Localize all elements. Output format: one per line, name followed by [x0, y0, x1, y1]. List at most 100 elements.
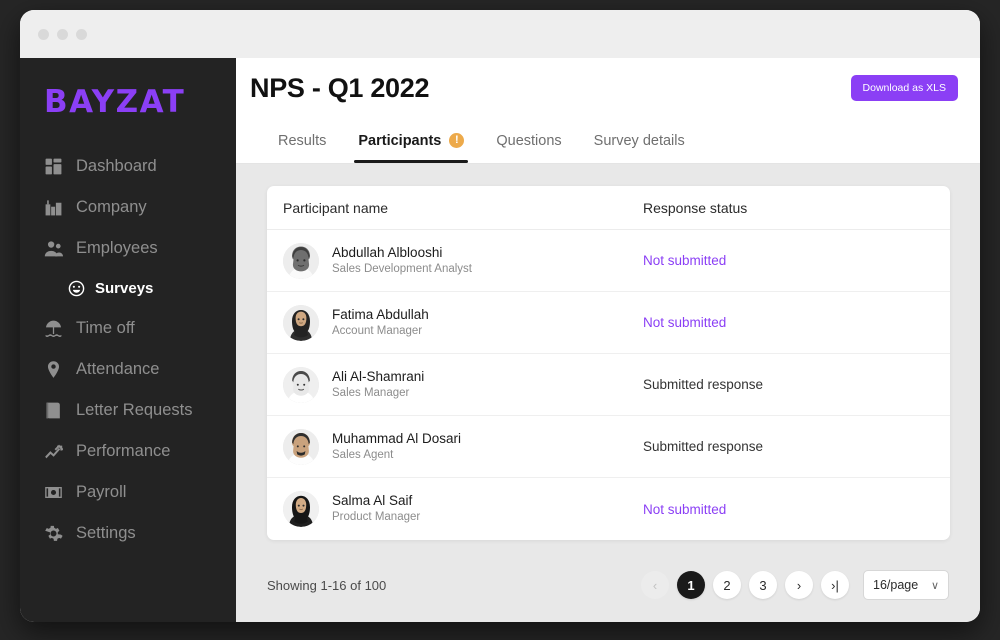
- avatar: [283, 428, 319, 465]
- table-header-row: Participant name Response status: [267, 186, 950, 230]
- pagination-page-2[interactable]: 2: [713, 571, 741, 599]
- sidebar-item-label: Letter Requests: [76, 401, 193, 419]
- sidebar: BAYZAT Dashboard Company Employees Surve…: [20, 58, 236, 622]
- per-page-select[interactable]: 16/page ∨: [863, 570, 949, 600]
- app-window: BAYZAT Dashboard Company Employees Surve…: [20, 10, 980, 622]
- app-body: BAYZAT Dashboard Company Employees Surve…: [20, 58, 980, 622]
- sidebar-item-dashboard[interactable]: Dashboard: [20, 146, 236, 187]
- tab-survey-details[interactable]: Survey details: [578, 118, 701, 163]
- status-badge: Not submitted: [643, 501, 727, 517]
- performance-icon: [44, 442, 63, 461]
- pagination-page-1[interactable]: 1: [677, 571, 705, 599]
- participant-title: Sales Agent: [332, 448, 394, 461]
- participant-cell: Fatima Abdullah Account Manager: [283, 304, 643, 341]
- sidebar-item-surveys[interactable]: Surveys: [20, 269, 236, 308]
- sidebar-item-label: Employees: [76, 239, 158, 257]
- participant-cell: Ali Al-Shamrani Sales Manager: [283, 366, 643, 403]
- letter-requests-icon: [44, 401, 63, 420]
- avatar: [283, 491, 319, 527]
- participant-title: Account Manager: [332, 324, 423, 337]
- main-content: NPS - Q1 2022 Download as XLS Results Pa…: [236, 58, 980, 622]
- participant-name: Abdullah Alblooshi: [332, 244, 443, 260]
- table-row[interactable]: Muhammad Al Dosari Sales Agent Submitted…: [267, 416, 950, 478]
- avatar: [283, 304, 319, 341]
- tab-results[interactable]: Results: [262, 118, 342, 163]
- participant-text: Fatima Abdullah Account Manager: [332, 306, 429, 340]
- attendance-pin-icon: [44, 360, 63, 379]
- participant-name: Muhammad Al Dosari: [332, 430, 462, 446]
- status-badge: Submitted response: [643, 439, 764, 454]
- status-badge: Not submitted: [643, 253, 727, 268]
- status-badge: Not submitted: [643, 315, 727, 330]
- tab-label: Results: [278, 132, 327, 149]
- per-page-value: 16/page: [873, 578, 919, 592]
- employees-icon: [44, 239, 63, 258]
- chevron-down-icon: ∨: [930, 579, 939, 592]
- participant-name: Salma Al Saif: [332, 493, 413, 509]
- sidebar-item-label: Dashboard: [76, 157, 157, 175]
- sidebar-item-label: Company: [76, 198, 147, 216]
- company-icon: [44, 198, 63, 217]
- tab-label: Survey details: [593, 132, 685, 149]
- sidebar-item-attendance[interactable]: Attendance: [20, 349, 236, 390]
- table-row[interactable]: Fatima Abdullah Account Manager Not subm…: [267, 292, 950, 354]
- participant-name: Ali Al-Shamrani: [332, 368, 425, 384]
- table-footer: Showing 1-16 of 100 ‹ 1 2 3 › ›| 16/page…: [236, 548, 980, 622]
- avatar: [283, 366, 319, 403]
- column-header-response-status: Response status: [643, 199, 748, 216]
- sidebar-item-company[interactable]: Company: [20, 187, 236, 228]
- smiley-icon: [68, 280, 85, 297]
- time-off-icon: [44, 319, 63, 338]
- participant-text: Abdullah Alblooshi Sales Development Ana…: [332, 244, 472, 278]
- participant-cell: Salma Al Saif Product Manager: [283, 491, 643, 527]
- pagination-page-3[interactable]: 3: [749, 571, 777, 599]
- column-header-participant-name: Participant name: [283, 199, 389, 216]
- window-titlebar: [20, 10, 980, 58]
- table-row[interactable]: Ali Al-Shamrani Sales Manager Submitted …: [267, 354, 950, 416]
- status-badge: Submitted response: [643, 377, 764, 392]
- avatar: [283, 242, 319, 279]
- participant-text: Ali Al-Shamrani Sales Manager: [332, 368, 424, 402]
- sidebar-item-time-off[interactable]: Time off: [20, 308, 236, 349]
- table-row[interactable]: Salma Al Saif Product Manager Not submit…: [267, 478, 950, 540]
- participant-text: Muhammad Al Dosari Sales Agent: [332, 430, 461, 464]
- tab-label: Questions: [496, 132, 562, 149]
- participant-cell: Muhammad Al Dosari Sales Agent: [283, 428, 643, 465]
- sidebar-item-label: Settings: [76, 524, 136, 542]
- bayzat-logo: BAYZAT: [44, 84, 186, 120]
- participant-name: Fatima Abdullah: [332, 306, 429, 322]
- sidebar-item-label: Payroll: [76, 483, 127, 501]
- sidebar-item-label: Time off: [76, 319, 135, 337]
- sidebar-item-payroll[interactable]: Payroll: [20, 472, 236, 513]
- tab-participants[interactable]: Participants !: [342, 118, 480, 163]
- warning-badge-icon: !: [449, 133, 465, 148]
- sidebar-item-employees[interactable]: Employees: [20, 228, 236, 269]
- table-row[interactable]: Abdullah Alblooshi Sales Development Ana…: [267, 230, 950, 292]
- window-maximize-icon[interactable]: [76, 28, 87, 40]
- participant-title: Sales Development Analyst: [332, 262, 472, 275]
- payroll-icon: [44, 483, 63, 502]
- gear-icon: [44, 524, 63, 543]
- participant-cell: Abdullah Alblooshi Sales Development Ana…: [283, 242, 643, 279]
- pagination-prev-button[interactable]: ‹: [641, 571, 669, 599]
- participants-table-card: Participant name Response status Abdulla…: [267, 186, 950, 540]
- sidebar-item-label: Surveys: [95, 280, 154, 297]
- page-header: NPS - Q1 2022 Download as XLS: [236, 58, 980, 118]
- window-close-icon[interactable]: [38, 28, 49, 40]
- sidebar-item-settings[interactable]: Settings: [20, 513, 236, 554]
- download-as-xls-button[interactable]: Download as XLS: [850, 75, 958, 101]
- showing-count-label: Showing 1-16 of 100: [267, 577, 387, 593]
- sidebar-item-letter-requests[interactable]: Letter Requests: [20, 390, 236, 431]
- participant-title: Sales Manager: [332, 386, 410, 399]
- page-title: NPS - Q1 2022: [250, 72, 430, 103]
- sidebar-item-performance[interactable]: Performance: [20, 431, 236, 472]
- pagination-next-button[interactable]: ›: [785, 571, 813, 599]
- participant-text: Salma Al Saif Product Manager: [332, 492, 420, 526]
- pagination-last-button[interactable]: ›|: [821, 571, 849, 599]
- tab-bar: Results Participants ! Questions Survey …: [236, 118, 980, 164]
- sidebar-item-label: Attendance: [76, 360, 160, 378]
- participant-title: Product Manager: [332, 511, 421, 524]
- window-minimize-icon[interactable]: [57, 28, 68, 40]
- tab-label: Participants: [358, 132, 442, 149]
- tab-questions[interactable]: Questions: [480, 118, 577, 163]
